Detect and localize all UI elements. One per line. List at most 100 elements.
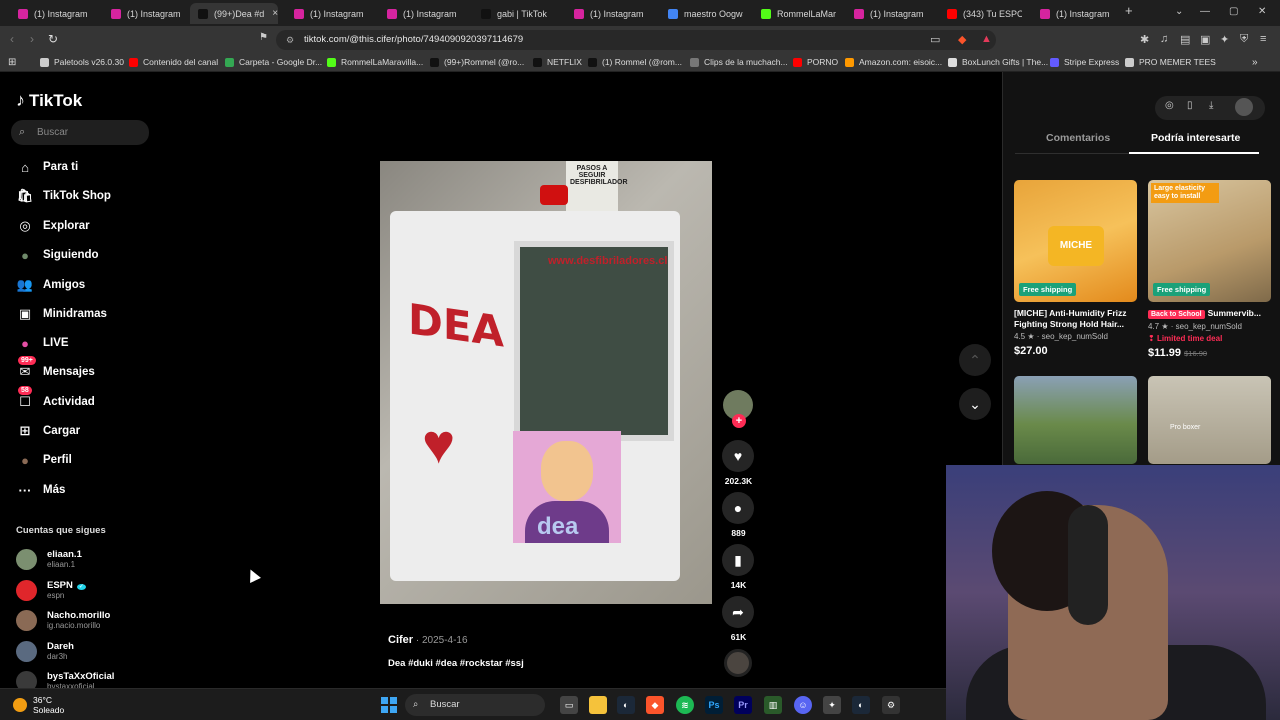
- tiktok-logo[interactable]: ♪ TikTok: [16, 90, 82, 111]
- bookmark-item[interactable]: RommelLaMaravilla...: [327, 57, 423, 67]
- product-card[interactable]: Large elasticity easy to install Free sh…: [1148, 180, 1271, 359]
- sidebar-item-friends[interactable]: 👥 Amigos: [16, 275, 85, 295]
- video-thumbnail[interactable]: [1014, 376, 1137, 464]
- settings-gear-icon[interactable]: ⚙: [882, 696, 900, 714]
- sun-icon[interactable]: [13, 698, 27, 712]
- sidebar-item-following-avatar[interactable]: ● Siguiendo: [16, 245, 99, 265]
- back-icon[interactable]: ‹: [10, 32, 14, 46]
- tab-comments[interactable]: Comentarios: [1046, 132, 1110, 144]
- bookmark-item[interactable]: NETFLIX: [533, 57, 582, 67]
- premiere-icon[interactable]: Pr: [734, 696, 752, 714]
- follow-plus-icon[interactable]: +: [732, 414, 746, 428]
- browser-tab[interactable]: (1) Instagram: [844, 3, 929, 24]
- bookmark-item[interactable]: Paletools v26.0.30: [40, 57, 124, 67]
- sidebar-icon[interactable]: ▤: [1180, 33, 1190, 46]
- sidebar-item-profile-avatar[interactable]: ● Perfil: [16, 450, 72, 470]
- task-view-icon[interactable]: ▭: [560, 696, 578, 714]
- bookmark-item[interactable]: Stripe Express: [1050, 57, 1119, 67]
- sidebar-item-activity[interactable]: ☐ 58 Actividad: [16, 386, 95, 412]
- taskbar-search[interactable]: ⌕ Buscar: [405, 694, 545, 716]
- browser-tab[interactable]: RommelLaMarav: [751, 3, 836, 24]
- extensions-icon[interactable]: ✱: [1140, 33, 1149, 46]
- minimize-icon[interactable]: —: [1200, 6, 1210, 17]
- steam-icon[interactable]: ◐: [617, 696, 635, 714]
- sidebar-item-messages[interactable]: ✉ 99+ Mensajes: [16, 356, 95, 382]
- sidebar-item-upload[interactable]: ⊞ Cargar: [16, 421, 81, 441]
- next-post-button[interactable]: ⌄: [959, 388, 991, 420]
- menu-icon[interactable]: ≡: [1260, 33, 1266, 45]
- brave-rewards-icon[interactable]: ▲: [981, 33, 992, 45]
- browser-tab[interactable]: maestro Oogway: [658, 3, 743, 24]
- like-button[interactable]: ♥ 202.3K: [720, 440, 757, 486]
- previous-post-button[interactable]: ⌃: [959, 344, 991, 376]
- steam-icon-2[interactable]: ◐: [852, 696, 870, 714]
- browser-tab[interactable]: (343) Tu ESPOSA: [937, 3, 1022, 24]
- photoshop-icon[interactable]: Ps: [705, 696, 723, 714]
- save-button[interactable]: ▮ 14K: [720, 544, 757, 590]
- bookmark-item[interactable]: Contenido del canal: [129, 57, 218, 67]
- following-account[interactable]: eliaan.1 eliaan.1: [16, 547, 82, 571]
- browser-tab[interactable]: (1) Instagram: [377, 3, 462, 24]
- media-icon[interactable]: ♫: [1160, 33, 1168, 45]
- bookmark-item[interactable]: BoxLunch Gifts | The...: [948, 57, 1048, 67]
- address-bar[interactable]: ⚙ tiktok.com/@this.cifer/photo/749409092…: [276, 30, 996, 50]
- following-account[interactable]: Dareh dar3h: [16, 639, 74, 663]
- game-app-icon[interactable]: ✦: [823, 696, 841, 714]
- music-disc-icon[interactable]: [724, 649, 752, 677]
- apps-grid-icon[interactable]: ⊞: [8, 57, 16, 68]
- sidebar-item-home[interactable]: ⌂ Para ti: [16, 157, 78, 177]
- tab-suggested[interactable]: Podría interesarte: [1151, 132, 1240, 144]
- new-tab-button[interactable]: +: [1125, 3, 1133, 18]
- browser-tab[interactable]: (1) Instagram: [564, 3, 649, 24]
- wallet-icon[interactable]: ▣: [1200, 33, 1210, 46]
- cast-icon[interactable]: ▭: [930, 33, 940, 46]
- bookmark-item[interactable]: PRO MEMER TEES: [1125, 57, 1216, 67]
- following-account[interactable]: Nacho.morillo ig.nacio.morillo: [16, 608, 110, 632]
- post-image[interactable]: PASOS A SEGUIR DESFIBRILADOR www.desfibr…: [380, 161, 712, 604]
- more-bookmarks-icon[interactable]: »: [1252, 57, 1258, 68]
- download-icon[interactable]: ⤓: [1209, 100, 1213, 111]
- product-thumbnail[interactable]: Large elasticity easy to install Free sh…: [1148, 180, 1271, 302]
- video-thumbnail[interactable]: Pro boxer: [1148, 376, 1271, 464]
- author-name[interactable]: Cifer: [388, 634, 413, 646]
- bookmark-icon[interactable]: ⚑: [259, 32, 268, 43]
- video-card[interactable]: [1014, 376, 1137, 464]
- caption-author[interactable]: Cifer · 2025-4-16: [388, 634, 468, 646]
- comment-button[interactable]: ● 889: [720, 492, 757, 538]
- leo-icon[interactable]: ✦: [1220, 33, 1229, 46]
- windows-start-icon[interactable]: [381, 697, 397, 713]
- bookmark-item[interactable]: (1) Rommel (@rom...: [588, 57, 682, 67]
- search-input[interactable]: ⌕ Buscar: [11, 120, 149, 145]
- browser-tab[interactable]: gabi | TikTok: [471, 3, 556, 24]
- caption-text[interactable]: Dea #duki #dea #rockstar #ssj: [388, 658, 524, 669]
- discord-icon[interactable]: ☺: [794, 696, 812, 714]
- browser-tab[interactable]: (1) Instagram: [8, 3, 93, 24]
- device-icon[interactable]: ▯: [1187, 100, 1193, 111]
- share-button[interactable]: ➦ 61K: [720, 596, 757, 642]
- maximize-icon[interactable]: ▢: [1229, 6, 1238, 17]
- bookmark-item[interactable]: Clips de la muchach...: [690, 57, 788, 67]
- product-card[interactable]: MICHE Free shipping [MICHE] Anti-Humidit…: [1014, 180, 1137, 357]
- file-explorer-icon[interactable]: [589, 696, 607, 714]
- forward-icon[interactable]: ›: [30, 32, 34, 46]
- sidebar-item-live[interactable]: ● LIVE: [16, 333, 69, 353]
- browser-tab[interactable]: (1) Instagram: [101, 3, 186, 24]
- sidebar-item-compass[interactable]: ◎ Explorar: [16, 216, 89, 236]
- site-info-icon[interactable]: ⚙: [286, 30, 294, 50]
- browser-tab-active[interactable]: (99+)Dea #d ×: [190, 3, 278, 24]
- reload-icon[interactable]: ↻: [48, 32, 58, 46]
- bookmark-item[interactable]: (99+)Rommel (@ro...: [430, 57, 524, 67]
- sidebar-item-minidramas[interactable]: ▣ Minidramas: [16, 304, 107, 324]
- sidebar-item-shop-bag[interactable]: 🛍 TikTok Shop: [16, 186, 111, 206]
- vpn-icon[interactable]: ⛨: [1240, 33, 1248, 46]
- brave-browser-icon[interactable]: ◆: [646, 696, 664, 714]
- video-card[interactable]: Pro boxer: [1148, 376, 1271, 464]
- brave-shields-icon[interactable]: ◆: [958, 33, 966, 46]
- close-window-icon[interactable]: ✕: [1258, 6, 1266, 17]
- bookmark-item[interactable]: Carpeta - Google Dr...: [225, 57, 322, 67]
- browser-tab[interactable]: (1) Instagram: [1030, 3, 1115, 24]
- product-thumbnail[interactable]: MICHE Free shipping: [1014, 180, 1137, 302]
- weather-widget[interactable]: 36°C Soleado: [33, 695, 64, 715]
- browser-tab[interactable]: (1) Instagram: [284, 3, 369, 24]
- app-icon[interactable]: ▥: [764, 696, 782, 714]
